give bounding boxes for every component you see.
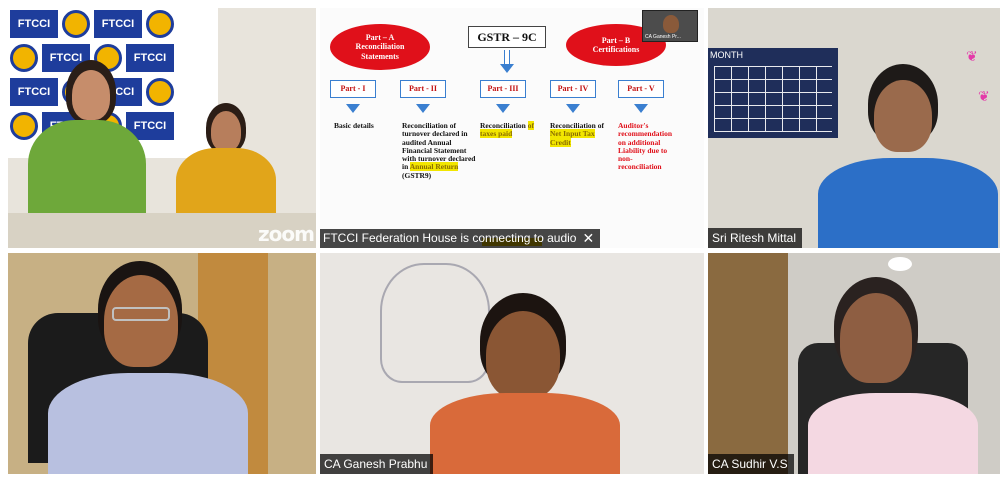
ftcci-emblem-icon xyxy=(10,112,38,140)
slide-title: GSTR – 9C xyxy=(468,26,546,48)
ftcci-logo: FTCCI xyxy=(10,78,58,106)
participant-face xyxy=(104,275,178,367)
participant-body xyxy=(808,393,978,474)
audio-connecting-status: FTCCI Federation House is connecting to … xyxy=(320,229,601,248)
screen-share-tile[interactable]: Part – A Reconciliation Statements GSTR … xyxy=(320,8,704,248)
ceiling-light xyxy=(888,257,912,271)
part-a-ellipse: Part – A Reconciliation Statements xyxy=(330,24,430,70)
ftcci-logo: FTCCI xyxy=(126,44,174,72)
video-tile-ftcci-room[interactable]: FTCCI FTCCI FTCCI FTCCI FTCCI FTCCI FTCC… xyxy=(8,8,316,248)
glasses-icon xyxy=(112,307,170,321)
participant-name: Sri Ritesh Mittal xyxy=(708,228,803,248)
part-1-text: Basic details xyxy=(334,121,374,130)
participant-name: CA Sudhir V.S xyxy=(708,454,794,474)
thumbnail-face xyxy=(663,15,679,33)
participant-face xyxy=(486,311,560,399)
butterfly-decal-icon: ❦ xyxy=(966,48,978,64)
ftcci-emblem-icon xyxy=(146,10,174,38)
video-tile-participant[interactable] xyxy=(8,253,316,474)
speaker-thumbnail[interactable]: CA Ganesh Pr... xyxy=(642,10,698,42)
arrow-down-icon xyxy=(416,104,430,113)
participant-body xyxy=(48,373,248,474)
ftcci-emblem-icon xyxy=(62,10,90,38)
video-grid: FTCCI FTCCI FTCCI FTCCI FTCCI FTCCI FTCC… xyxy=(0,0,1002,478)
part-4-box: Part - IV xyxy=(550,80,596,98)
ftcci-emblem-icon xyxy=(146,78,174,106)
video-tile-ritesh-mittal[interactable]: MONTH ❦ ❦ Sri Ritesh Mittal xyxy=(708,8,1000,248)
video-tile-sudhir-vs[interactable]: CA Sudhir V.S xyxy=(708,253,1000,474)
arrow-down-icon xyxy=(634,104,648,113)
video-tile-ganesh-prabhu[interactable]: CA Ganesh Prabhu xyxy=(320,253,704,474)
ftcci-logo: FTCCI xyxy=(10,10,58,38)
part-5-box: Part - V xyxy=(618,80,664,98)
part-3-box: Part - III xyxy=(480,80,526,98)
arrow-down-icon xyxy=(504,50,510,64)
part-1-box: Part - I xyxy=(330,80,376,98)
part-2-text: Reconciliation of turnover declared in a… xyxy=(402,121,476,180)
status-text: FTCCI Federation House is connecting to … xyxy=(323,231,577,245)
part-2-box: Part - II xyxy=(400,80,446,98)
participant-name: CA Ganesh Prabhu xyxy=(320,454,434,474)
participant-face xyxy=(72,70,110,120)
calendar-label: MONTH xyxy=(710,50,743,60)
arrow-down-icon xyxy=(346,104,360,113)
participant-face xyxy=(874,80,932,152)
part-3-text: Reconciliation of taxes paid xyxy=(480,121,534,139)
wall-calendar: MONTH xyxy=(708,48,838,138)
arrow-down-icon xyxy=(496,104,510,113)
butterfly-decal-icon: ❦ xyxy=(978,88,990,104)
part-4-text: Reconciliation of Net Input Tax Credit xyxy=(550,121,604,147)
shared-slide: Part – A Reconciliation Statements GSTR … xyxy=(320,8,704,248)
participant-body xyxy=(430,393,620,474)
zoom-watermark: zoom xyxy=(258,222,315,246)
bookshelf xyxy=(708,253,788,474)
calendar-grid xyxy=(714,66,832,132)
thumbnail-label: CA Ganesh Pr... xyxy=(645,34,681,40)
part-5-text: Auditor's recommendation on additional L… xyxy=(618,121,673,172)
close-icon[interactable]: ✕ xyxy=(582,229,594,248)
arrow-down-icon xyxy=(566,104,580,113)
participant-body xyxy=(818,158,998,248)
ftcci-emblem-icon xyxy=(10,44,38,72)
highlight: Net Input Tax Credit xyxy=(550,129,595,147)
ftcci-logo: FTCCI xyxy=(94,10,142,38)
participant-face xyxy=(840,293,912,383)
arrow-down-icon xyxy=(500,64,514,73)
wall-art-icon xyxy=(380,263,490,383)
participant-face xyxy=(211,111,241,151)
